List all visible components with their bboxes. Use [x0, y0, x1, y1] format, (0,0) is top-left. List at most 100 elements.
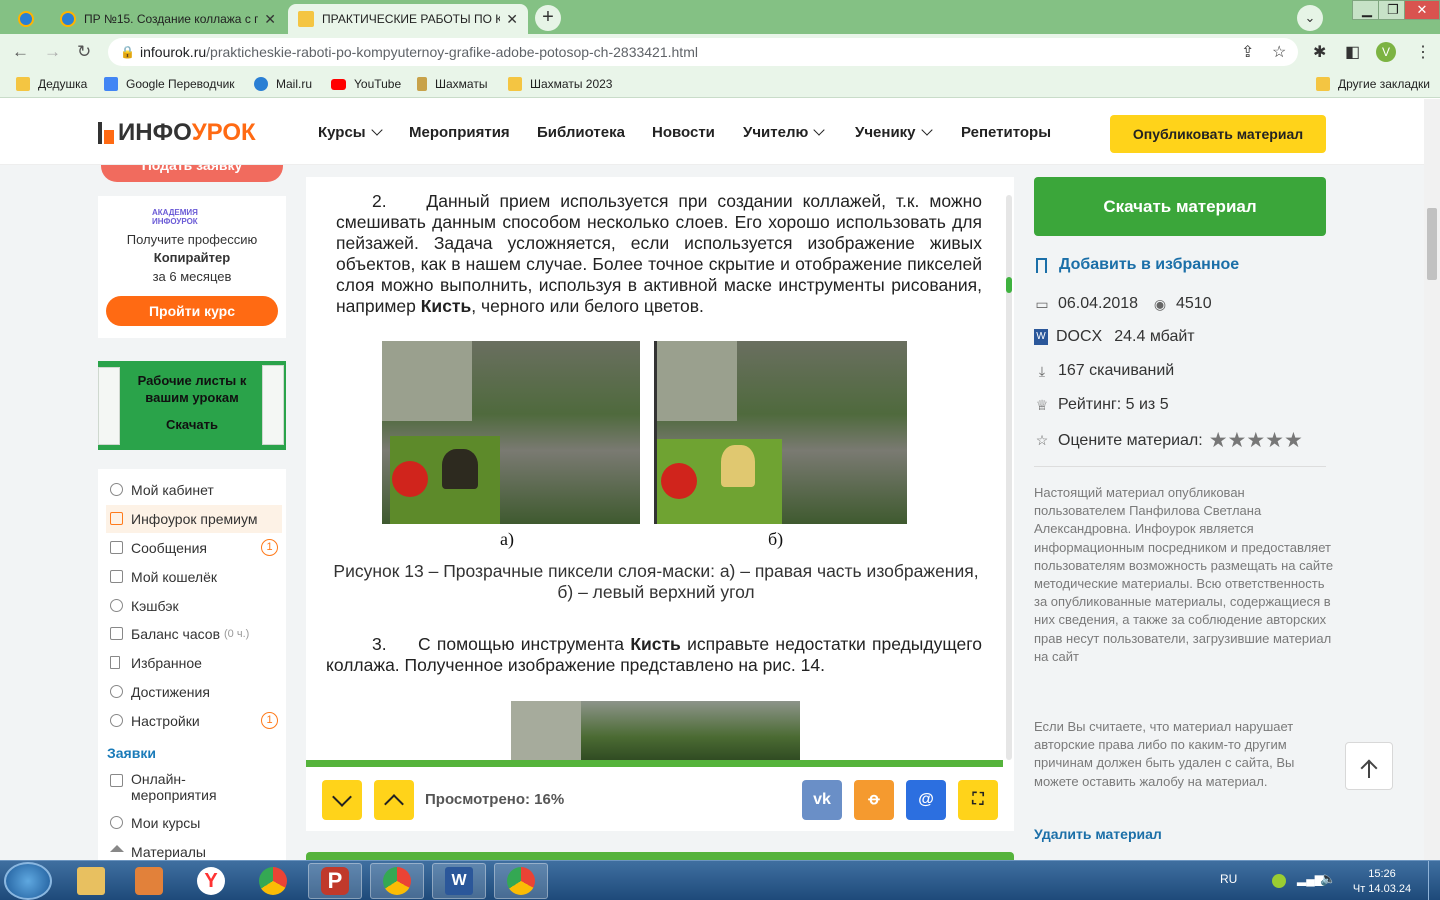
folder-icon [16, 77, 30, 91]
bookmark-mailru[interactable]: Mail.ru [254, 77, 312, 91]
chess-icon [417, 77, 427, 91]
menu-messages[interactable]: Сообщения 1 [106, 534, 282, 562]
share-mail-button[interactable]: @ [906, 780, 946, 820]
menu-hours-balance[interactable]: Баланс часов (0 ч.) [106, 620, 282, 648]
url-path: /prakticheskie-raboti-po-kompyuternoy-gr… [206, 44, 698, 60]
media-player-icon [135, 867, 163, 895]
side-panel-icon[interactable]: ◧ [1345, 42, 1360, 62]
menu-label: Баланс часов [131, 626, 221, 642]
share-icon[interactable]: ⇪ [1241, 42, 1254, 62]
trophy-icon [110, 685, 123, 698]
clock-date: Чт 14.03.24 [1352, 883, 1412, 895]
scroll-down-button[interactable] [322, 780, 362, 820]
infourok-favicon-icon [298, 11, 314, 27]
nav-courses[interactable]: Курсы [318, 124, 383, 141]
taskbar-yandex[interactable]: Y [184, 863, 238, 899]
add-to-favorites-link[interactable]: Добавить в избранное [1036, 256, 1239, 274]
menu-settings[interactable]: Настройки 1 [106, 707, 282, 735]
taskbar-chrome-profile[interactable] [494, 863, 548, 899]
chevron-up-icon [384, 794, 404, 814]
system-clock[interactable]: 15:26 Чт 14.03.24 [1352, 867, 1412, 897]
browser-tab-bar: ПР №15. Создание коллажа с п ✕ ПРАКТИЧЕС… [0, 0, 1440, 34]
take-course-button[interactable]: Пройти курс [106, 296, 278, 326]
tab-collage[interactable]: ПР №15. Создание коллажа с п ✕ [50, 4, 286, 34]
menu-online-events[interactable]: Онлайн- мероприятия [106, 767, 282, 807]
bookmark-youtube[interactable]: YouTube [331, 77, 401, 91]
fullscreen-button[interactable]: ⛶ [958, 780, 998, 820]
volume-icon[interactable]: 🔈 [1320, 871, 1336, 887]
reload-icon[interactable]: ↻ [77, 42, 91, 62]
bookmark-chess-2023[interactable]: Шахматы 2023 [508, 77, 612, 91]
windows-start-button[interactable] [4, 862, 52, 900]
address-bar[interactable]: 🔒 infourok.ru/prakticheskie-raboti-po-ko… [108, 38, 1298, 66]
rating-stars[interactable]: ★★★★★ [1209, 428, 1303, 453]
clock-time: 15:26 [1368, 868, 1396, 880]
scroll-up-button[interactable] [374, 780, 414, 820]
show-desktop-button[interactable] [1428, 861, 1440, 900]
word-file-icon: W [1034, 329, 1048, 345]
taskbar-app-p[interactable]: P [308, 863, 362, 899]
taskbar-word[interactable]: W [432, 863, 486, 899]
nav-events[interactable]: Мероприятия [409, 124, 510, 141]
infourok-logo[interactable]: ИНФО УРОК [98, 119, 256, 147]
nav-library[interactable]: Библиотека [537, 124, 625, 141]
close-tab-icon[interactable]: ✕ [506, 11, 518, 28]
url-domain: infourok.ru [140, 44, 207, 60]
bookmark-dedushka[interactable]: Дедушка [16, 77, 87, 91]
worksheets-download-button[interactable]: Скачать [146, 417, 238, 432]
logo-mark-accent-icon [104, 130, 114, 144]
delete-material-link[interactable]: Удалить материал [1034, 826, 1162, 842]
scroll-to-top-button[interactable] [1345, 742, 1393, 790]
menu-premium[interactable]: Инфоурок премиум [106, 505, 282, 533]
menu-my-courses[interactable]: Мои курсы [106, 809, 282, 837]
tab-pinned[interactable] [8, 4, 48, 34]
taskbar-explorer[interactable] [64, 863, 118, 899]
worksheets-promo[interactable]: Рабочие листы к вашим урокам Скачать [98, 361, 286, 450]
paragraph-text-end: , черного или белого цветов. [471, 296, 704, 316]
back-arrow-icon[interactable]: ← [12, 42, 29, 62]
bookmark-other[interactable]: Другие закладки [1316, 77, 1430, 91]
page-scrollbar-thumb[interactable] [1427, 208, 1437, 280]
wallet-icon [110, 570, 123, 583]
bookmark-label: Дедушка [38, 77, 88, 91]
menu-wallet[interactable]: Мой кошелёк [106, 563, 282, 591]
paragraph-3: 3. С помощью инструмента Кисть исправьте… [326, 634, 982, 676]
menu-label: Онлайн- мероприятия [131, 771, 217, 803]
tab-search-chevron-icon[interactable]: ⌄ [1297, 5, 1323, 31]
extensions-icon[interactable]: ✱ [1313, 42, 1326, 62]
bookmark-chess[interactable]: Шахматы [417, 77, 487, 91]
share-vk-button[interactable]: vk [802, 780, 842, 820]
download-material-button[interactable]: Скачать материал [1034, 177, 1326, 236]
taskbar-media-player[interactable] [122, 863, 176, 899]
tab-practical-works[interactable]: ПРАКТИЧЕСКИЕ РАБОТЫ ПО КО ✕ [288, 4, 528, 34]
at-sign-icon: @ [918, 791, 934, 808]
profile-avatar[interactable]: V [1376, 42, 1396, 62]
site-header: ИНФО УРОК Курсы Мероприятия Библиотека Но… [0, 99, 1424, 165]
menu-cashback[interactable]: Кэшбэк [106, 592, 282, 620]
share-ok-button[interactable]: ꝋ [854, 780, 894, 820]
menu-favorites[interactable]: Избранное [106, 649, 282, 677]
notification-badge: 1 [261, 539, 278, 556]
nav-teacher[interactable]: Учителю [743, 124, 825, 141]
taskbar-chrome-window[interactable] [370, 863, 424, 899]
close-tab-icon[interactable]: ✕ [264, 11, 276, 28]
nav-news[interactable]: Новости [652, 124, 715, 141]
nav-tutors[interactable]: Репетиторы [961, 124, 1051, 141]
kebab-menu-icon[interactable]: ⋮ [1415, 42, 1431, 62]
new-tab-button[interactable]: + [535, 5, 561, 31]
menu-achievements[interactable]: Достижения [106, 678, 282, 706]
close-window-icon[interactable]: ✕ [1404, 0, 1440, 20]
bookmark-google-translate[interactable]: Google Переводчик [104, 77, 235, 91]
keyboard-language[interactable]: RU [1220, 872, 1237, 886]
publish-material-button[interactable]: Опубликовать материал [1110, 115, 1326, 153]
red-flower-shape [661, 463, 697, 499]
viewer-progress-bar [306, 760, 1003, 767]
mailru-favicon-icon [60, 11, 76, 27]
forward-arrow-icon[interactable]: → [44, 42, 61, 62]
taskbar-chrome[interactable] [246, 863, 300, 899]
nav-student[interactable]: Ученику [855, 124, 933, 141]
menu-my-cabinet[interactable]: Мой кабинет [106, 476, 282, 504]
tray-app-icon[interactable] [1272, 874, 1286, 888]
viewer-scrollbar-thumb[interactable] [1006, 277, 1012, 293]
star-bookmark-icon[interactable]: ☆ [1272, 42, 1286, 62]
